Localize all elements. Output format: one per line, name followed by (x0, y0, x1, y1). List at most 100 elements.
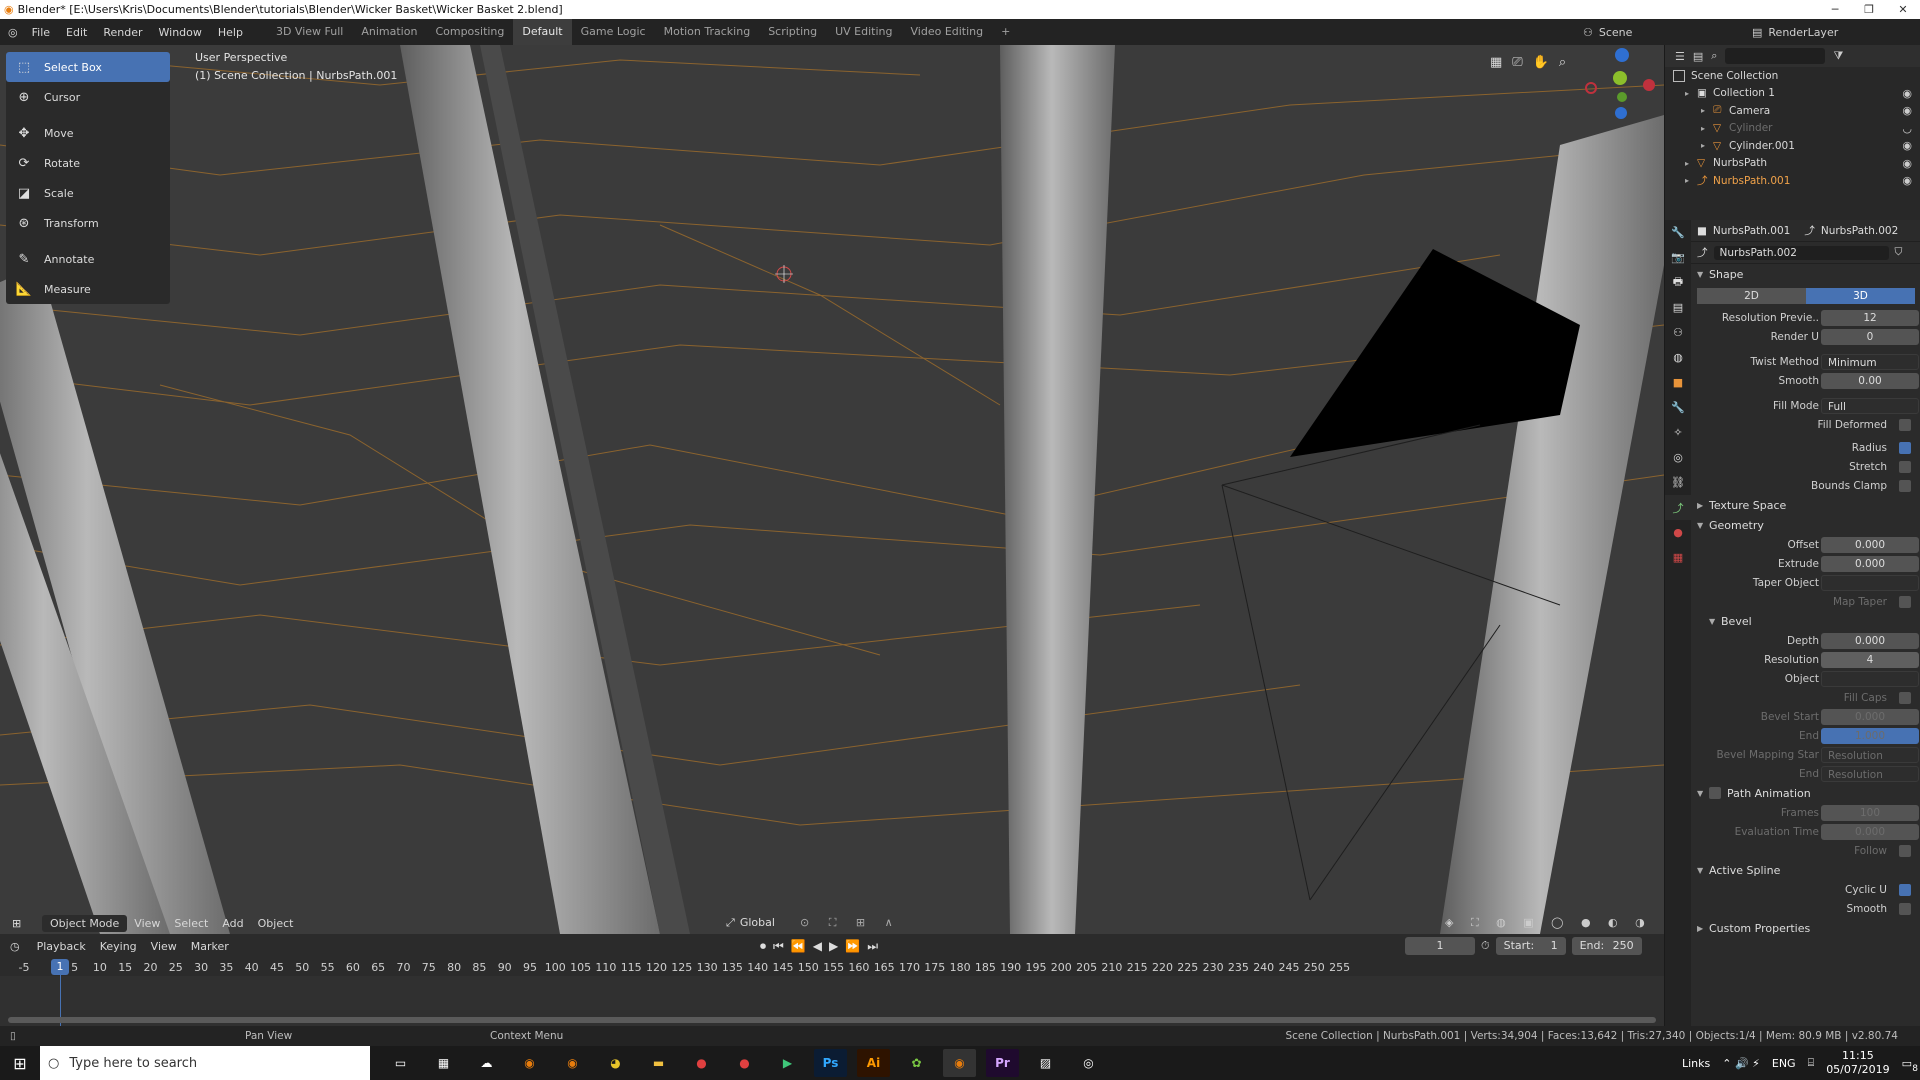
outliner-search-icon[interactable]: ⌕ (1711, 49, 1717, 63)
checkbox[interactable] (1899, 595, 1911, 608)
timeline-ruler[interactable]: -5 5 10 15 20 25 30 35 40 45 50 55 60 65 70 75 80 85 90 95 1… (0, 958, 1664, 976)
view-layer-tab-icon[interactable]: ▤ (1665, 295, 1691, 320)
tab-default[interactable]: Default (513, 19, 572, 45)
outliner-editor-icon[interactable]: ☰ (1675, 50, 1685, 63)
outliner-row[interactable]: ▸ ▽ Cylinder ◡ (1665, 120, 1920, 138)
expand-arrow-icon[interactable]: ▸ (1701, 124, 1713, 133)
timeline-menu-playback[interactable]: Playback (30, 940, 93, 953)
datablock-type-icon[interactable]: ⤴ (1697, 245, 1708, 260)
tool-rotate[interactable]: ⟳ Rotate (6, 148, 170, 178)
prev-key-icon[interactable]: ⏪ (791, 939, 806, 953)
app-icon[interactable]: ✿ (900, 1049, 933, 1077)
play-reverse-icon[interactable]: ◀ (813, 939, 822, 953)
field-value[interactable]: 0.000 (1821, 536, 1919, 553)
render-layer-selector[interactable]: ▤ RenderLayer (1752, 22, 1920, 42)
app-icon[interactable]: ● (685, 1049, 718, 1077)
field-dropdown[interactable]: Resolution (1821, 765, 1919, 782)
field-value[interactable]: 12 (1821, 309, 1919, 326)
add-workspace-button[interactable]: + (992, 19, 1019, 45)
hand-pan-icon[interactable]: ✋ (1533, 55, 1549, 70)
stopwatch-icon[interactable]: ⏱ (1481, 937, 1490, 955)
object-mode-dropdown[interactable]: Object Mode (42, 914, 128, 932)
media-player-icon[interactable]: ▶ (771, 1049, 804, 1077)
tool-transform[interactable]: ⊛ Transform (6, 208, 170, 238)
menu-file[interactable]: File (24, 26, 58, 39)
windows-start-icon[interactable]: ⊞ (0, 1046, 40, 1080)
jump-end-icon[interactable]: ⏭ (867, 939, 878, 954)
checkbox[interactable] (1899, 691, 1911, 704)
tab-uv-editing[interactable]: UV Editing (826, 19, 901, 45)
task-view-icon[interactable]: ▭ (384, 1049, 417, 1077)
play-icon[interactable]: ▶ (829, 939, 838, 953)
checkbox[interactable] (1899, 902, 1911, 915)
filter-icon[interactable]: ⧩ (1833, 49, 1843, 63)
tab-compositing[interactable]: Compositing (426, 19, 513, 45)
material-tab-icon[interactable]: ● (1665, 520, 1691, 545)
fake-user-icon[interactable]: ⛉ (1895, 246, 1903, 259)
3d-viewport[interactable]: User Perspective (1) Scene Collection | … (0, 45, 1664, 934)
menu-window[interactable]: Window (151, 26, 210, 39)
blender-app-icon[interactable]: ◉ (556, 1049, 589, 1077)
field-value[interactable]: 100 (1821, 804, 1919, 821)
current-frame-field[interactable]: 1 (1405, 937, 1475, 955)
tray-links[interactable]: Links (1682, 1057, 1710, 1070)
outliner-scene-collection[interactable]: Scene Collection (1665, 67, 1920, 85)
menu-help[interactable]: Help (210, 26, 251, 39)
camera-view-icon[interactable]: ⎚ (1512, 55, 1522, 70)
tab-game-logic[interactable]: Game Logic (572, 19, 655, 45)
checkbox[interactable] (1899, 418, 1911, 431)
taskbar-search[interactable]: ○ Type here to search (40, 1046, 370, 1080)
tab-video-editing[interactable]: Video Editing (902, 19, 993, 45)
panel-custom-properties-header[interactable]: ▶ Custom Properties (1691, 918, 1920, 938)
checkbox[interactable] (1899, 441, 1911, 454)
scene-selector[interactable]: ⚇ Scene (1583, 22, 1733, 42)
app-icon[interactable]: ● (728, 1049, 761, 1077)
timeline-editor-icon[interactable]: ◷ (0, 940, 30, 953)
panel-bevel-header[interactable]: ▼ Bevel (1691, 611, 1920, 631)
transform-orientation-dropdown[interactable]: ⤢ Global (726, 916, 775, 930)
expand-arrow-icon[interactable]: ▸ (1685, 176, 1697, 185)
path-animation-checkbox[interactable] (1709, 787, 1721, 799)
output-tab-icon[interactable]: 🖶 (1665, 270, 1691, 295)
field-value[interactable]: 0.000 (1821, 555, 1919, 572)
modifier-tab-icon[interactable]: 🔧 (1665, 395, 1691, 420)
physics-tab-icon[interactable]: ◎ (1665, 445, 1691, 470)
outliner-row[interactable]: ▸ ▽ NurbsPath ◉ (1665, 155, 1920, 173)
illustrator-icon[interactable]: Ai (857, 1049, 890, 1077)
blender-app-icon[interactable]: ◉ (943, 1049, 976, 1077)
panel-path-animation-header[interactable]: ▼ Path Animation (1691, 783, 1920, 803)
shading-icons[interactable]: ◈ ⛶ ◍ ▣ ◯ ● ◐ ◑ (1445, 916, 1652, 930)
expand-arrow-icon[interactable]: ▸ (1685, 159, 1697, 168)
outliner-search-field[interactable] (1725, 48, 1826, 64)
tray-network-icon[interactable]: ⌸ (1808, 1056, 1815, 1070)
tray-clock[interactable]: 11:15 05/07/2019 (1826, 1049, 1889, 1077)
pivot-snap-icons[interactable]: ⊙ ⛶ ⊞ ∧ (800, 916, 901, 930)
timeline-scrollbar[interactable] (8, 1017, 1656, 1023)
visibility-eye-icon[interactable]: ◉ (1902, 87, 1912, 100)
viewport-menu-add[interactable]: Add (215, 917, 250, 930)
tab-animation[interactable]: Animation (352, 19, 426, 45)
dim-3d-button[interactable]: 3D (1806, 288, 1915, 304)
field-value[interactable]: 0.000 (1821, 823, 1919, 840)
photoshop-icon[interactable]: Ps (814, 1049, 847, 1077)
panel-texture-space-header[interactable]: ▶ Texture Space (1691, 495, 1920, 515)
object-tab-icon[interactable]: ■ (1665, 370, 1691, 395)
chrome-icon[interactable]: ◕ (599, 1049, 632, 1077)
dim-2d-button[interactable]: 2D (1697, 288, 1806, 304)
field-dropdown[interactable]: Resolution (1821, 746, 1919, 763)
tool-annotate[interactable]: ✎ Annotate (6, 244, 170, 274)
outliner-row[interactable]: ▸ ⤴ NurbsPath.001 ◉ (1665, 172, 1920, 190)
visibility-eye-icon[interactable]: ◡ (1902, 122, 1912, 135)
particles-tab-icon[interactable]: ✧ (1665, 420, 1691, 445)
field-value[interactable]: 0.00 (1821, 372, 1919, 389)
outliner-row[interactable]: ▸ ⎚ Camera ◉ (1665, 102, 1920, 120)
field-value[interactable]: 0.000 (1821, 708, 1919, 725)
minimize-button[interactable]: ─ (1818, 0, 1852, 19)
tool-scale[interactable]: ◪ Scale (6, 178, 170, 208)
end-frame-field[interactable]: End: 250 (1571, 937, 1642, 955)
checkbox[interactable] (1899, 479, 1911, 492)
viewport-menu-object[interactable]: Object (251, 917, 301, 930)
visibility-eye-icon[interactable]: ◉ (1902, 104, 1912, 117)
checkbox[interactable] (1899, 844, 1911, 857)
calculator-icon[interactable]: ▦ (427, 1049, 460, 1077)
